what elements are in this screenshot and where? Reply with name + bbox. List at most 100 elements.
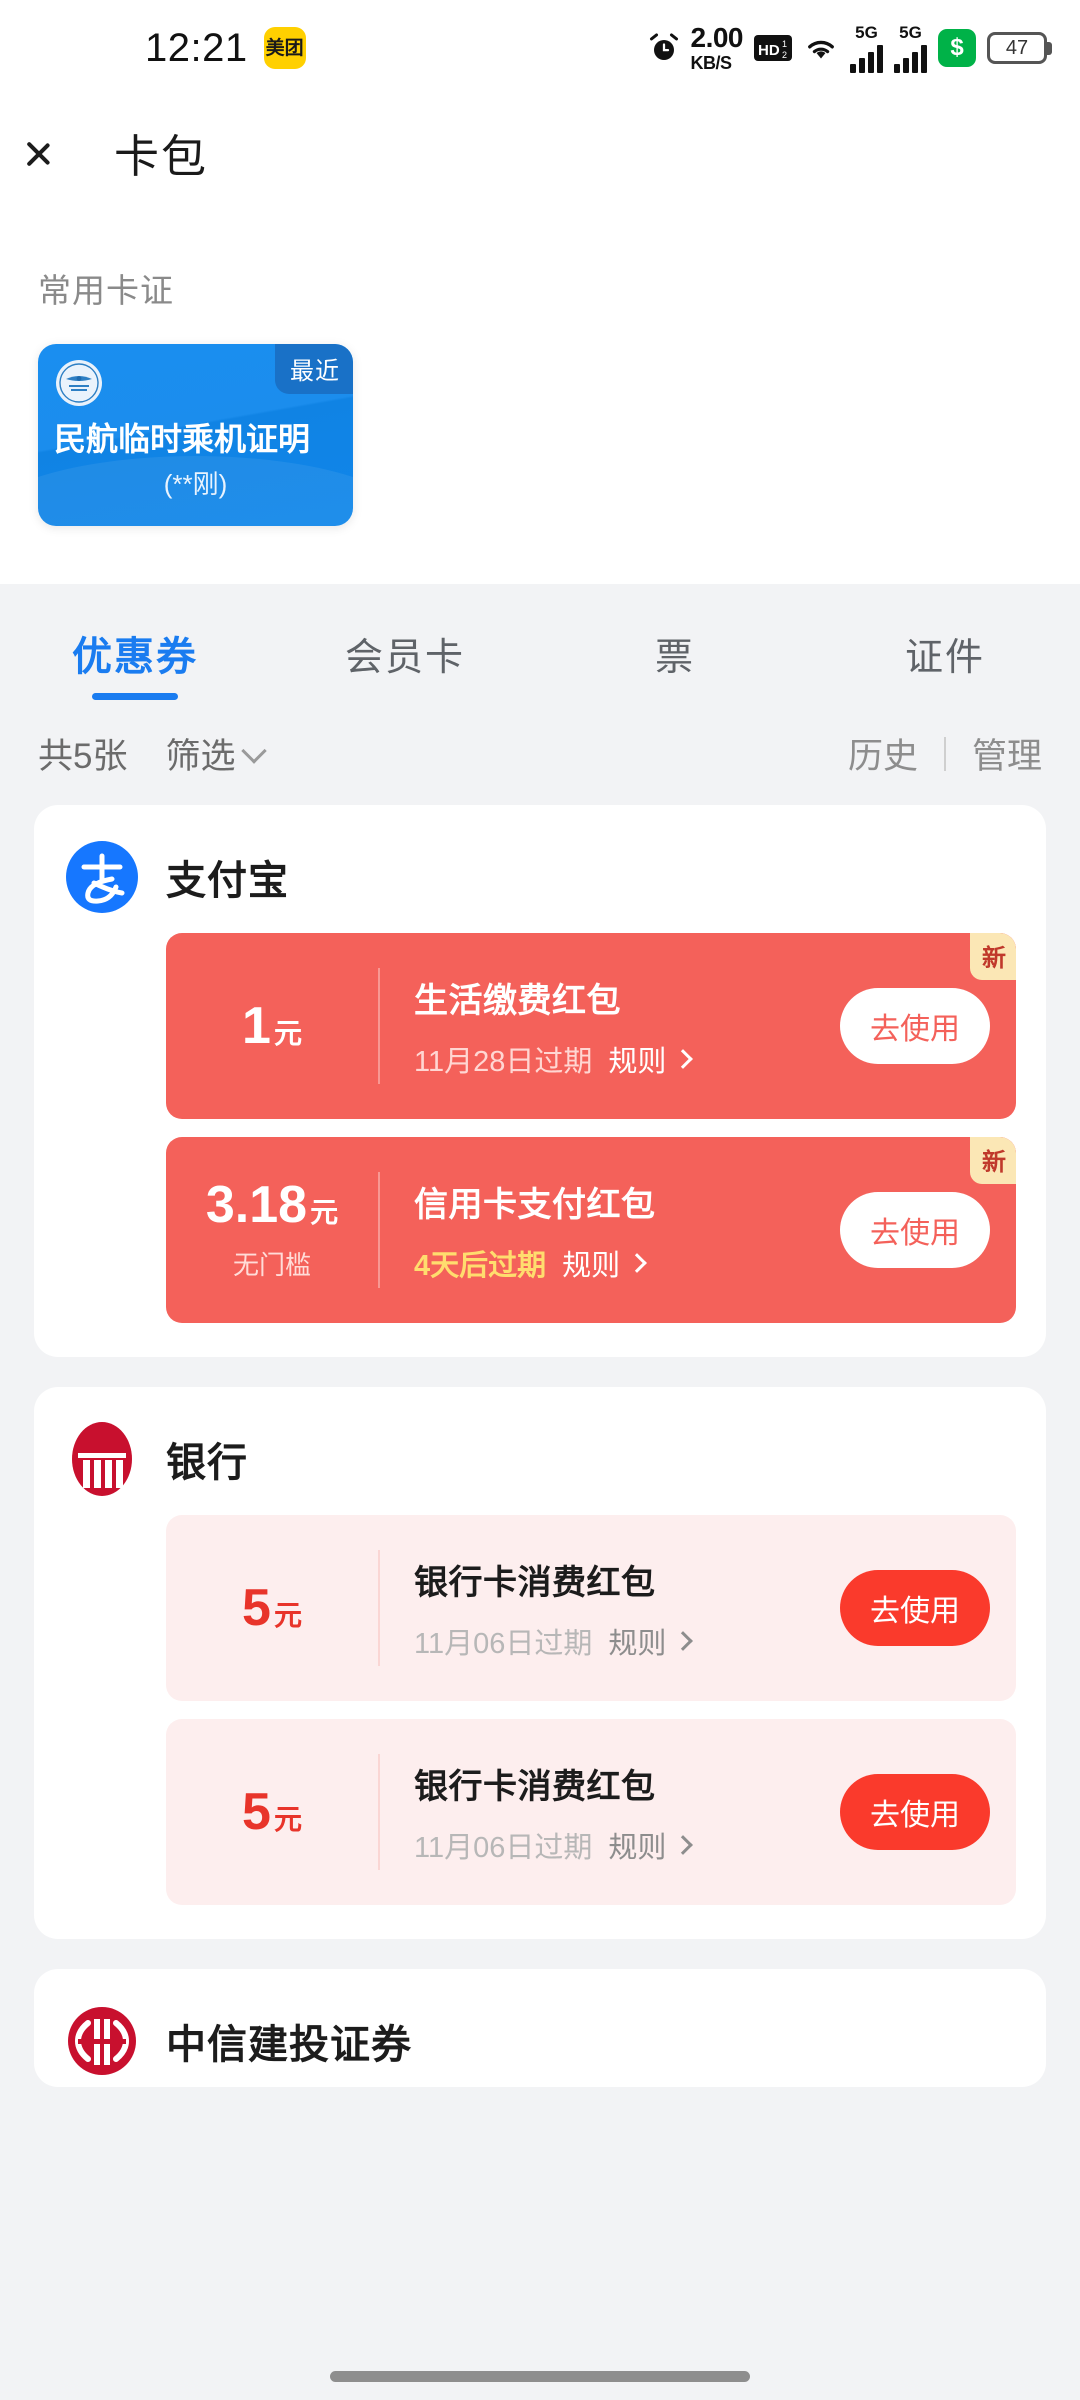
coupon-meta: 11月06日过期 规则	[414, 1824, 840, 1866]
coupon-title: 银行卡消费红包	[414, 1767, 656, 1806]
page-title: 卡包	[114, 130, 209, 182]
alipay-logo-icon	[64, 839, 140, 915]
status-bar: 12:21 美团 2.00 KB/S HD 1 2 5G 5G $ 47	[0, 0, 1080, 96]
coupon-meta: 4天后过期 规则	[414, 1242, 840, 1284]
chevron-right-icon	[673, 1834, 694, 1855]
coupon-amount-unit: 元	[273, 1018, 302, 1049]
use-coupon-button[interactable]: 去使用	[840, 1192, 990, 1268]
tab-label: 会员卡	[344, 636, 465, 679]
coupon-amount-value: 1	[242, 997, 271, 1055]
filter-bar: 共5张 筛选 历史 管理	[0, 712, 1080, 805]
coupon-row[interactable]: 新 1 元 生活缴费红包 11月28日过期 规则 去使用	[166, 933, 1016, 1119]
civil-aviation-emblem-icon	[56, 360, 102, 406]
coupon-rule-link[interactable]: 规则	[608, 1824, 694, 1866]
coupon-title: 信用卡支付红包	[414, 1185, 656, 1224]
use-coupon-button[interactable]: 去使用	[840, 1774, 990, 1850]
merchant-header: 支付宝	[64, 839, 1016, 915]
coupon-expiry: 11月28日过期	[414, 1045, 593, 1078]
back-chevron-icon[interactable]	[46, 129, 72, 175]
use-coupon-button[interactable]: 去使用	[840, 1570, 990, 1646]
network-speed-unit: KB/S	[690, 53, 733, 73]
rule-label: 规则	[608, 1831, 667, 1864]
bank-building-icon	[64, 1421, 140, 1497]
frequent-cards-title: 常用卡证	[38, 272, 174, 309]
merchant-card-citic-securities: 中信建投证券	[34, 1969, 1046, 2087]
coupon-expiry: 11月06日过期	[414, 1627, 593, 1660]
card-name: 民航临时乘机证明	[54, 421, 311, 457]
coupon-info: 生活缴费红包 11月28日过期 规则	[380, 973, 840, 1080]
meituan-app-badge-icon: 美团	[263, 27, 306, 69]
card-civil-aviation-temporary-id[interactable]: 最近 民航临时乘机证明 (**刚)	[38, 344, 353, 526]
merchant-header: 中信建投证券	[64, 2003, 1016, 2079]
merchant-header: 银行	[64, 1421, 1016, 1497]
coupon-row[interactable]: 新 3.18 元 无门槛 信用卡支付红包 4天后过期 规则 去使用	[166, 1137, 1016, 1323]
chevron-down-icon	[241, 737, 268, 764]
use-coupon-button[interactable]: 去使用	[840, 988, 990, 1064]
coupon-list: 新 1 元 生活缴费红包 11月28日过期 规则 去使用 新 3.18 元 无门…	[64, 933, 1016, 1323]
status-bar-right: 2.00 KB/S HD 1 2 5G 5G $ 47	[648, 0, 1052, 96]
filter-label: 筛选	[165, 737, 236, 776]
recent-badge: 最近	[275, 344, 353, 394]
tab-membership-cards[interactable]: 会员卡	[270, 626, 540, 711]
coupon-expiry: 4天后过期	[414, 1249, 547, 1282]
nav-header: 卡包	[0, 96, 1080, 208]
tab-documents[interactable]: 证件	[810, 626, 1080, 711]
tab-label: 证件	[904, 636, 985, 679]
signal-bars-1-icon	[850, 43, 883, 73]
coupon-row[interactable]: 5 元 银行卡消费红包 11月06日过期 规则 去使用	[166, 1515, 1016, 1701]
coupon-info: 银行卡消费红包 11月06日过期 规则	[380, 1555, 840, 1662]
merchant-name: 中信建投证券	[166, 2023, 412, 2067]
filter-bar-actions: 历史 管理	[848, 728, 1042, 779]
coupon-rule-link[interactable]: 规则	[608, 1038, 694, 1080]
new-badge: 新	[970, 1137, 1016, 1184]
manage-button[interactable]: 管理	[972, 728, 1042, 779]
network-speed-indicator: 2.00 KB/S	[690, 22, 744, 73]
chevron-right-icon	[673, 1048, 694, 1069]
coupon-info: 信用卡支付红包 4天后过期 规则	[380, 1177, 840, 1284]
rule-label: 规则	[608, 1045, 667, 1078]
coupon-amount: 3.18 元 无门槛	[166, 1179, 378, 1282]
phone-screen: 12:21 美团 2.00 KB/S HD 1 2 5G 5G $ 47 卡包 …	[0, 0, 1080, 2400]
alarm-icon	[648, 32, 680, 64]
history-button[interactable]: 历史	[848, 728, 918, 779]
coupon-rule-link[interactable]: 规则	[562, 1242, 648, 1284]
coupon-amount: 1 元	[166, 1000, 378, 1052]
coupon-expiry: 11月06日过期	[414, 1831, 593, 1864]
coupon-amount-value: 3.18	[205, 1175, 308, 1234]
coupon-row[interactable]: 5 元 银行卡消费红包 11月06日过期 规则 去使用	[166, 1719, 1016, 1905]
divider	[943, 736, 946, 771]
citic-securities-logo-icon	[64, 2003, 140, 2079]
frequent-cards-section: 常用卡证 最近 民航临时乘机证明 (**刚)	[0, 208, 1080, 584]
filter-dropdown[interactable]: 筛选	[165, 728, 268, 779]
coupon-condition: 无门槛	[232, 1249, 311, 1280]
tab-coupons[interactable]: 优惠券	[0, 624, 270, 712]
battery-tip-icon	[1047, 41, 1052, 55]
merchant-name: 支付宝	[166, 859, 289, 903]
battery-indicator: 47	[987, 32, 1052, 64]
wifi-icon	[803, 34, 839, 62]
coupon-amount-unit: 元	[273, 1804, 302, 1835]
coupon-info: 银行卡消费红包 11月06日过期 规则	[380, 1759, 840, 1866]
tab-tickets[interactable]: 票	[540, 626, 810, 711]
coupon-title: 生活缴费红包	[414, 981, 621, 1020]
rule-label: 规则	[562, 1249, 621, 1282]
battery-level: 47	[987, 32, 1047, 64]
coupon-amount: 5 元	[166, 1786, 378, 1838]
network-speed-value: 2.00	[690, 22, 744, 53]
signal-1-label: 5G	[855, 22, 878, 42]
coupon-count: 共5张	[38, 737, 128, 776]
coupon-amount-value: 5	[242, 1783, 271, 1841]
home-indicator	[330, 2371, 750, 2382]
coupon-meta: 11月28日过期 规则	[414, 1038, 840, 1080]
svg-text:HD: HD	[758, 42, 780, 59]
chevron-right-icon	[627, 1252, 648, 1273]
coupon-amount-value: 5	[242, 1579, 271, 1637]
coupon-amount-unit: 元	[273, 1600, 302, 1631]
merchant-card-bank: 银行 5 元 银行卡消费红包 11月06日过期 规则 去使用 5 元 银行卡消费…	[34, 1387, 1046, 1939]
status-bar-left: 12:21 美团	[145, 26, 306, 71]
coupon-list: 5 元 银行卡消费红包 11月06日过期 规则 去使用 5 元 银行卡消费红包 …	[64, 1515, 1016, 1905]
merchant-card-alipay: 支付宝 新 1 元 生活缴费红包 11月28日过期 规则 去使用 新 3.18 …	[34, 805, 1046, 1357]
signal-2-label: 5G	[899, 22, 922, 42]
coupon-rule-link[interactable]: 规则	[608, 1620, 694, 1662]
merchant-name: 银行	[166, 1441, 248, 1485]
